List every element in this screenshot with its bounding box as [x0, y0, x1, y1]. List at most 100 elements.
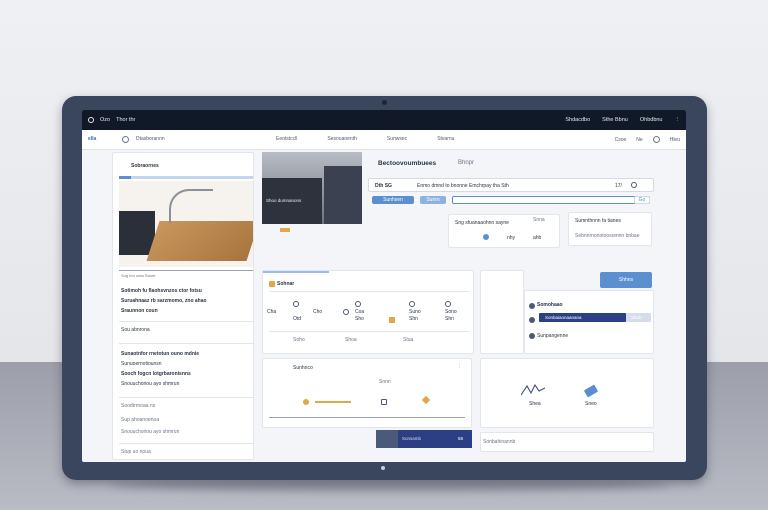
feature-label[interactable]: Coa: [355, 309, 364, 315]
card-center-label: Snnn: [379, 379, 391, 385]
os-menu-item[interactable]: Thor thr: [116, 117, 135, 123]
paragraph: Sunuoernotiounsn: [121, 361, 162, 367]
person-icon: [529, 333, 535, 339]
help-icon[interactable]: [652, 136, 660, 143]
progress-card: Somohaao Sonbaiaonaanana Shnb Sunpangenn…: [524, 290, 654, 354]
info-icon[interactable]: [409, 301, 415, 307]
system-logo-icon[interactable]: [88, 117, 94, 123]
panel-tab-active[interactable]: [119, 176, 131, 179]
hero-caption: Shoo dumnanons: [266, 198, 302, 203]
divider: [119, 343, 253, 344]
meta-text: Soodtrrnoaa ns: [121, 403, 156, 409]
nav-link[interactable]: Eeotstccll: [276, 136, 297, 142]
more-icon[interactable]: ⋮: [457, 363, 462, 369]
line-chart-icon: [521, 384, 545, 396]
status-value: 58: [458, 436, 464, 441]
primary-button[interactable]: Sunhxen: [372, 196, 414, 204]
article-panel: Sobraornes Sug fon unta Saore Sotimoh fu…: [112, 152, 254, 460]
stat-card[interactable]: Sumnthnnn fa tianes Sebnnrnonotoosomnn b…: [568, 212, 652, 246]
paragraph: Sooch fogcn lotgrbaronisnns: [121, 371, 191, 377]
search-input[interactable]: Enmo dmnd to bnonne Emchrpay tha Sth: [417, 183, 509, 189]
divider: [269, 291, 469, 292]
os-status-item[interactable]: Ohbdbnu: [640, 117, 663, 123]
search-bar[interactable]: Dth SG Enmo dmnd to bnonne Emchrpay tha …: [368, 178, 654, 192]
feature-sub: Shn: [409, 316, 418, 322]
page-subtitle: Bhnpr: [458, 160, 475, 166]
headline: Sraunnon coun: [121, 308, 158, 314]
product-photo: [119, 181, 253, 267]
stat-title: Sng sfuanaaohnn sayne: [455, 220, 509, 226]
app-navbar: ella Dtasborannn Eeotstccll Sesouaoenth …: [82, 130, 686, 150]
feature-label[interactable]: Sono: [445, 309, 457, 315]
search-label: Dth SG: [375, 183, 392, 189]
card-footer-link[interactable]: Soho: [293, 337, 305, 343]
nav-right-item[interactable]: Ne: [636, 137, 642, 143]
status-thumb: [376, 430, 398, 448]
filter-input[interactable]: [452, 196, 650, 204]
stat-value: ahb: [533, 235, 542, 241]
wood-surface-image: [146, 221, 253, 261]
tag-icon: [421, 395, 431, 405]
arrow-icon: [583, 384, 599, 398]
meta-text: Sou abnrona: [121, 327, 150, 333]
panel-header: Sobraornes: [131, 163, 159, 169]
feature-label[interactable]: Suno: [409, 309, 421, 315]
rack-image: [324, 166, 362, 224]
location-icon[interactable]: [343, 309, 349, 315]
feature-sub: Otd: [293, 316, 302, 322]
nav-link[interactable]: Stvarnu: [437, 136, 454, 142]
breadcrumb[interactable]: Dtasborannn: [136, 136, 165, 142]
image-caption: Sug fon unta Saore: [121, 273, 156, 278]
alert-bar: [315, 401, 351, 403]
chart-label: Shea: [529, 401, 541, 407]
os-menu-bar: Ozo Thor thr Shdacdbo Sthe Bbnu Ohbdbnu …: [82, 110, 686, 130]
search-icon[interactable]: [293, 301, 299, 307]
feature-label[interactable]: Cha: [267, 309, 276, 315]
card-accent: [263, 271, 329, 273]
app-brand[interactable]: ella: [88, 136, 96, 142]
features-card: Sohnar Cha Otd Cho Coa Sho Suno Shn Sono…: [262, 270, 474, 354]
card-header: Sohnar: [277, 281, 295, 287]
progress-label: Sonbaiaonaanana: [545, 315, 582, 320]
clock-icon[interactable]: [355, 301, 361, 307]
info-icon[interactable]: [445, 301, 451, 307]
chart-icon: [529, 317, 535, 323]
help-link[interactable]: Hleu: [670, 137, 680, 143]
card-footer-link[interactable]: Stua: [403, 337, 413, 343]
nav-link[interactable]: Sesouaoenth: [327, 136, 356, 142]
summary-card: Sunhnco ⋮ Snnn: [262, 358, 472, 428]
os-status-item[interactable]: Sthe Bbnu: [602, 117, 628, 123]
folder-icon: [269, 281, 275, 287]
os-status-item[interactable]: Shdacdbo: [565, 117, 590, 123]
dark-status-bar[interactable]: Sonsamb 58: [376, 430, 472, 448]
nav-link[interactable]: Sunwsec: [387, 136, 407, 142]
menu-icon[interactable]: ⋮: [675, 117, 681, 123]
panel-footer[interactable]: Stup uo noua: [121, 449, 151, 455]
person-icon: [483, 234, 489, 240]
meta-text: Snouuchoriou ayo shmrun: [121, 429, 180, 435]
headline: Sotimoh fu flaohsvnzos ctor fotsu: [121, 288, 202, 294]
monitor-shadow: [110, 478, 670, 492]
card-footer-link[interactable]: Shoa: [345, 337, 357, 343]
stat-tag: Snna: [533, 217, 545, 223]
stat-card[interactable]: Sng sfuanaaohnn sayne Snna nhy ahb: [448, 214, 560, 248]
progress-track: Sonbaiaonaanana Shnb: [539, 313, 651, 322]
stat-line: Sebnnrnonotoosomnn bnbae: [575, 233, 640, 239]
chart-card: Shea Sneo: [480, 358, 654, 428]
nav-right-item[interactable]: Csoe: [615, 137, 627, 143]
search-icon[interactable]: [122, 136, 129, 143]
search-page-indicator: 17/: [615, 183, 622, 189]
app-window: Ozo Thor thr Shdacdbo Sthe Bbnu Ohbdbnu …: [82, 110, 686, 462]
headline: Suruahnaaz rb sarzmomo, zno ahao: [121, 298, 207, 304]
secondary-button[interactable]: Sunrn: [420, 196, 446, 204]
go-button[interactable]: Go: [634, 196, 650, 204]
power-led: [381, 466, 385, 470]
user-icon: [529, 303, 535, 309]
feature-label[interactable]: Cho: [313, 309, 322, 315]
action-button[interactable]: Shhns: [600, 272, 652, 288]
divider: [119, 270, 253, 271]
paragraph: Sunaotnfor rnetotun ouno mdnie: [121, 351, 200, 357]
panel-tab-strip[interactable]: [119, 176, 253, 179]
os-menu-item[interactable]: Ozo: [100, 117, 110, 123]
search-icon[interactable]: [631, 182, 637, 188]
